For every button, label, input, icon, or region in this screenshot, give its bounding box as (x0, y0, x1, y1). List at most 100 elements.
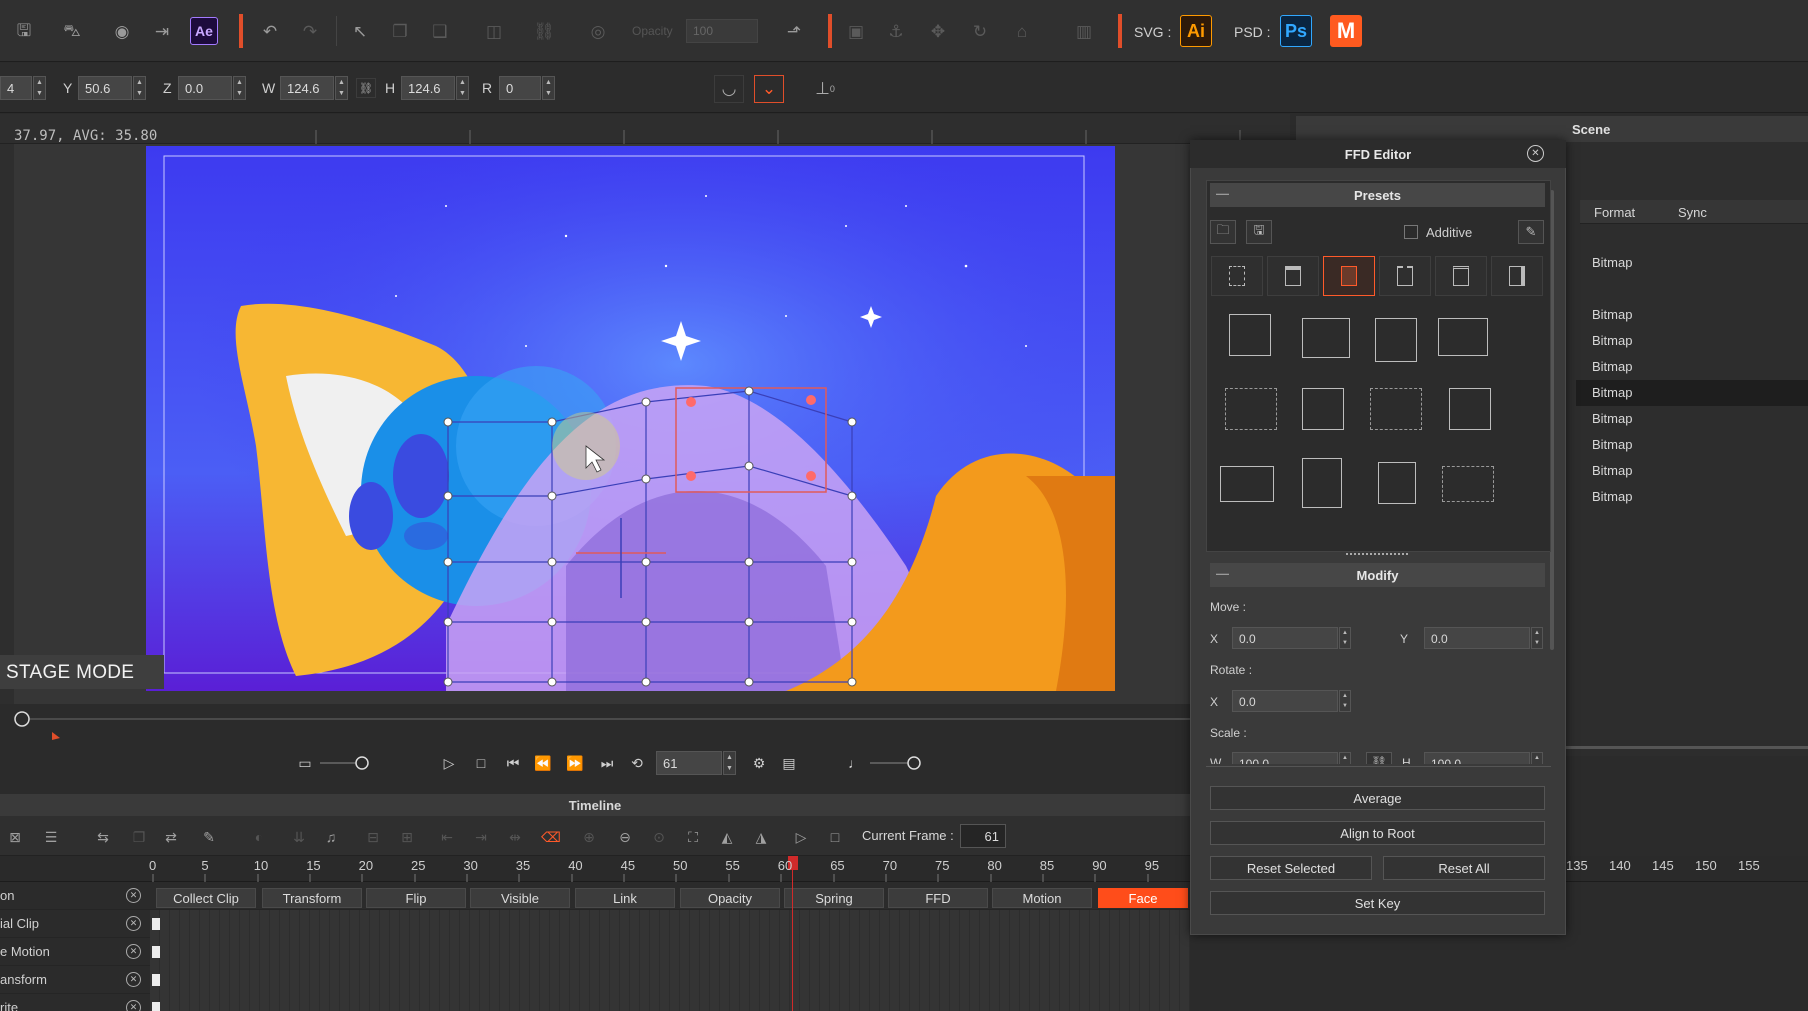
preset-tab-side[interactable] (1435, 256, 1487, 296)
scale-link-icon[interactable]: ⛓ (1366, 752, 1392, 764)
align-to-root-button[interactable]: Align to Root (1210, 821, 1545, 845)
scene-row[interactable]: Bitmap (1576, 432, 1808, 458)
merge-icon[interactable]: ⇊ (288, 826, 310, 848)
property-chip[interactable]: Transform (262, 888, 362, 908)
scale-w-input[interactable]: 100.0 (1232, 752, 1338, 764)
y-input[interactable]: 50.6 (78, 76, 132, 100)
image-icon[interactable]: ▣ (842, 18, 870, 46)
m-export-button[interactable]: M (1330, 15, 1362, 47)
track-lane[interactable] (150, 938, 1190, 966)
preset-tab-all[interactable] (1211, 256, 1263, 296)
loop-icon[interactable]: ⟲ (626, 752, 648, 774)
move-x-input[interactable]: 0.0 (1232, 627, 1338, 649)
illustrator-button[interactable]: Ai (1180, 15, 1212, 47)
offset-icon[interactable]: ⊥ 0 (810, 75, 840, 103)
last-frame-icon[interactable]: ⏭ (596, 752, 618, 774)
add-track-icon[interactable]: ⊠ (4, 826, 26, 848)
reset-selected-button[interactable]: Reset Selected (1210, 856, 1372, 880)
paste-key-icon[interactable]: ⇄ (160, 826, 182, 848)
range-all-icon[interactable]: ⊞ (396, 826, 418, 848)
cart-icon[interactable]: ⛍ (58, 18, 86, 46)
volume-slider[interactable] (870, 752, 926, 774)
remove-track-icon[interactable]: ✕ (126, 888, 141, 903)
format-column[interactable]: Format (1594, 205, 1635, 220)
track-lane[interactable] (150, 966, 1190, 994)
h-stepper[interactable]: ▲ ▼ (456, 76, 469, 100)
scene-row[interactable]: Bitmap (1576, 302, 1808, 328)
preset-expand-v[interactable] (1378, 462, 1416, 504)
caption-icon[interactable]: ▭ (294, 752, 316, 774)
property-chip[interactable]: Spring (784, 888, 884, 908)
preset-tab-top[interactable] (1267, 256, 1319, 296)
sync-column[interactable]: Sync (1678, 205, 1707, 220)
remove-track-icon[interactable]: ✕ (126, 1000, 141, 1011)
timeline-row[interactable]: rite ✕ (0, 994, 1190, 1011)
next-frame-icon[interactable]: ⏩ (564, 752, 586, 774)
swap-icon[interactable]: ⇆ (92, 826, 114, 848)
property-chip[interactable]: Flip (366, 888, 466, 908)
w-input[interactable]: 124.6 (280, 76, 334, 100)
rotate-x-stepper[interactable]: ▲ ▼ (1339, 690, 1351, 712)
pointer-icon[interactable]: ↖ (346, 18, 374, 46)
scale-key-icon[interactable]: ⇹ (504, 826, 526, 848)
property-chip[interactable]: Face (1098, 888, 1188, 908)
keyframe[interactable] (152, 974, 160, 986)
zoom-in-icon[interactable]: ⊕ (578, 826, 600, 848)
current-frame-input[interactable]: 61 (960, 824, 1006, 848)
first-frame-icon[interactable]: ⏮ (502, 752, 524, 774)
prev-frame-icon[interactable]: ⏪ (532, 752, 554, 774)
music-key-icon[interactable]: ♫ (320, 826, 342, 848)
speed-slider[interactable] (320, 752, 376, 774)
property-chip[interactable]: Visible (470, 888, 570, 908)
clear-key-icon[interactable]: ⌫ (540, 826, 562, 848)
copy-key-icon[interactable]: ❐ (128, 826, 150, 848)
x-input[interactable]: 4 (0, 76, 32, 100)
link-ratio-icon[interactable]: ⛓ (356, 78, 376, 98)
preset-compress-h[interactable] (1220, 466, 1274, 502)
move-y-stepper[interactable]: ▲ ▼ (1531, 627, 1543, 649)
scene-row[interactable]: Bitmap (1576, 406, 1808, 432)
additive-checkbox[interactable] (1404, 225, 1418, 239)
timeline-stop-icon[interactable]: □ (824, 826, 846, 848)
r-input[interactable]: 0 (499, 76, 541, 100)
preview-icon[interactable]: ◉ (108, 18, 136, 46)
preset-compress-v[interactable] (1302, 458, 1342, 508)
preset-stretch-left[interactable] (1438, 318, 1488, 356)
property-chip[interactable]: Collect Clip (156, 888, 256, 908)
preset-expand-h[interactable] (1442, 466, 1494, 502)
frame-input[interactable]: 61 (656, 751, 722, 775)
z-input[interactable]: 0.0 (178, 76, 232, 100)
export-frame-icon[interactable]: ⬏ (780, 18, 808, 46)
keyframe[interactable] (152, 918, 160, 930)
track-lane[interactable] (150, 994, 1190, 1011)
preset-stretch-up[interactable] (1229, 314, 1271, 356)
redo-icon[interactable]: ↷ (296, 18, 324, 46)
timeline-row[interactable]: ial Clip ✕ (0, 910, 1190, 938)
preset-tab-bottom[interactable] (1379, 256, 1431, 296)
move-x-stepper[interactable]: ▲ ▼ (1339, 627, 1351, 649)
x-stepper[interactable]: ▲ ▼ (33, 76, 46, 100)
track-lane[interactable] (150, 910, 1190, 938)
export-icon[interactable]: ⇥ (148, 18, 176, 46)
shift-left-icon[interactable]: ⇤ (436, 826, 458, 848)
timeline-row[interactable]: ansform ✕ (0, 966, 1190, 994)
shift-right-icon[interactable]: ⇥ (470, 826, 492, 848)
anchor-icon[interactable]: ⚓ (882, 18, 910, 46)
scene-row[interactable]: Bitmap (1576, 458, 1808, 484)
artboard[interactable] (146, 146, 1115, 691)
average-button[interactable]: Average (1210, 786, 1545, 810)
preset-tab-middle[interactable] (1323, 256, 1375, 296)
shape-icon[interactable]: ⌂ (1008, 18, 1036, 46)
remove-track-icon[interactable]: ✕ (126, 944, 141, 959)
property-chip[interactable]: Link (575, 888, 675, 908)
range-icon[interactable]: ⊟ (362, 826, 384, 848)
preset-squash-left[interactable] (1302, 388, 1344, 430)
h-input[interactable]: 124.6 (401, 76, 455, 100)
r-stepper[interactable]: ▲ ▼ (542, 76, 555, 100)
scale-h-input[interactable]: 100.0 (1424, 752, 1530, 764)
preset-squash-down[interactable] (1225, 388, 1277, 430)
opacity-input[interactable]: 100 (686, 19, 758, 43)
after-effects-button[interactable]: Ae (190, 17, 218, 45)
frame-all-icon[interactable]: ⛶ (682, 826, 704, 848)
sharp-curve-icon[interactable]: ⌄ (754, 75, 784, 103)
